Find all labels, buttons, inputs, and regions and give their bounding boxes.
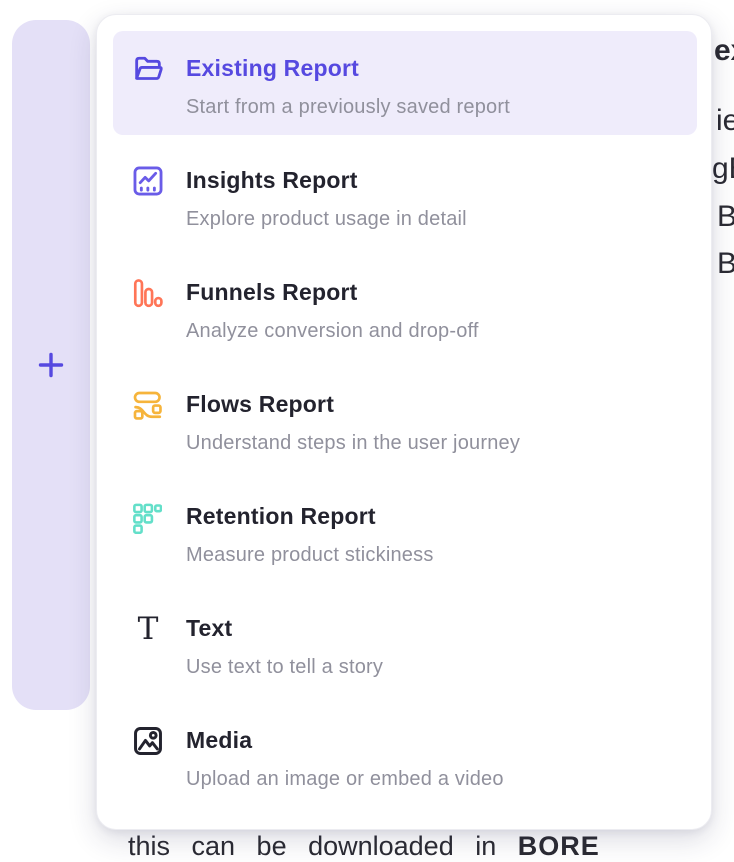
menu-item-subtitle: Analyze conversion and drop-off (186, 318, 687, 344)
background-text-fragment: ex (714, 36, 734, 66)
menu-item-insights-report[interactable]: Insights Report Explore product usage in… (113, 143, 697, 247)
add-button[interactable] (36, 350, 66, 380)
menu-item-title: Existing Report (186, 53, 687, 83)
menu-item-text[interactable]: T Text Use text to tell a story (113, 591, 697, 695)
insights-chart-icon (131, 164, 167, 200)
menu-item-title: Retention Report (186, 501, 687, 531)
menu-item-funnels-report[interactable]: Funnels Report Analyze conversion and dr… (113, 255, 697, 359)
menu-item-existing-report[interactable]: Existing Report Start from a previously … (113, 31, 697, 135)
retention-grid-icon (131, 500, 167, 536)
menu-item-title: Insights Report (186, 165, 687, 195)
svg-text:T: T (138, 612, 159, 646)
menu-item-subtitle: Use text to tell a story (186, 654, 687, 680)
menu-item-media[interactable]: Media Upload an image or embed a video (113, 703, 697, 807)
menu-item-subtitle: Explore product usage in detail (186, 206, 687, 232)
media-image-icon (131, 724, 167, 760)
menu-item-retention-report[interactable]: Retention Report Measure product stickin… (113, 479, 697, 583)
plus-icon (36, 350, 66, 380)
menu-item-subtitle: Start from a previously saved report (186, 94, 687, 120)
background-text-fragment: ie (716, 106, 734, 136)
add-content-menu: Existing Report Start from a previously … (96, 14, 712, 830)
menu-item-subtitle: Measure product stickiness (186, 542, 687, 568)
menu-item-flows-report[interactable]: Flows Report Understand steps in the use… (113, 367, 697, 471)
menu-item-subtitle: Understand steps in the user journey (186, 430, 687, 456)
menu-item-subtitle: Upload an image or embed a video (186, 766, 687, 792)
menu-item-title: Text (186, 613, 687, 643)
menu-item-title: Funnels Report (186, 277, 687, 307)
text-icon: T (131, 612, 167, 648)
background-text-fragment: B (717, 249, 734, 279)
background-text-fragment-bottom: this can be downloaded in BORE (128, 831, 600, 862)
background-text-fragment: gB (712, 154, 734, 184)
folder-open-icon (131, 52, 167, 88)
menu-item-title: Media (186, 725, 687, 755)
menu-item-title: Flows Report (186, 389, 687, 419)
background-text-fragment: B (717, 202, 734, 232)
funnel-bars-icon (131, 276, 167, 312)
flows-icon (131, 388, 167, 424)
